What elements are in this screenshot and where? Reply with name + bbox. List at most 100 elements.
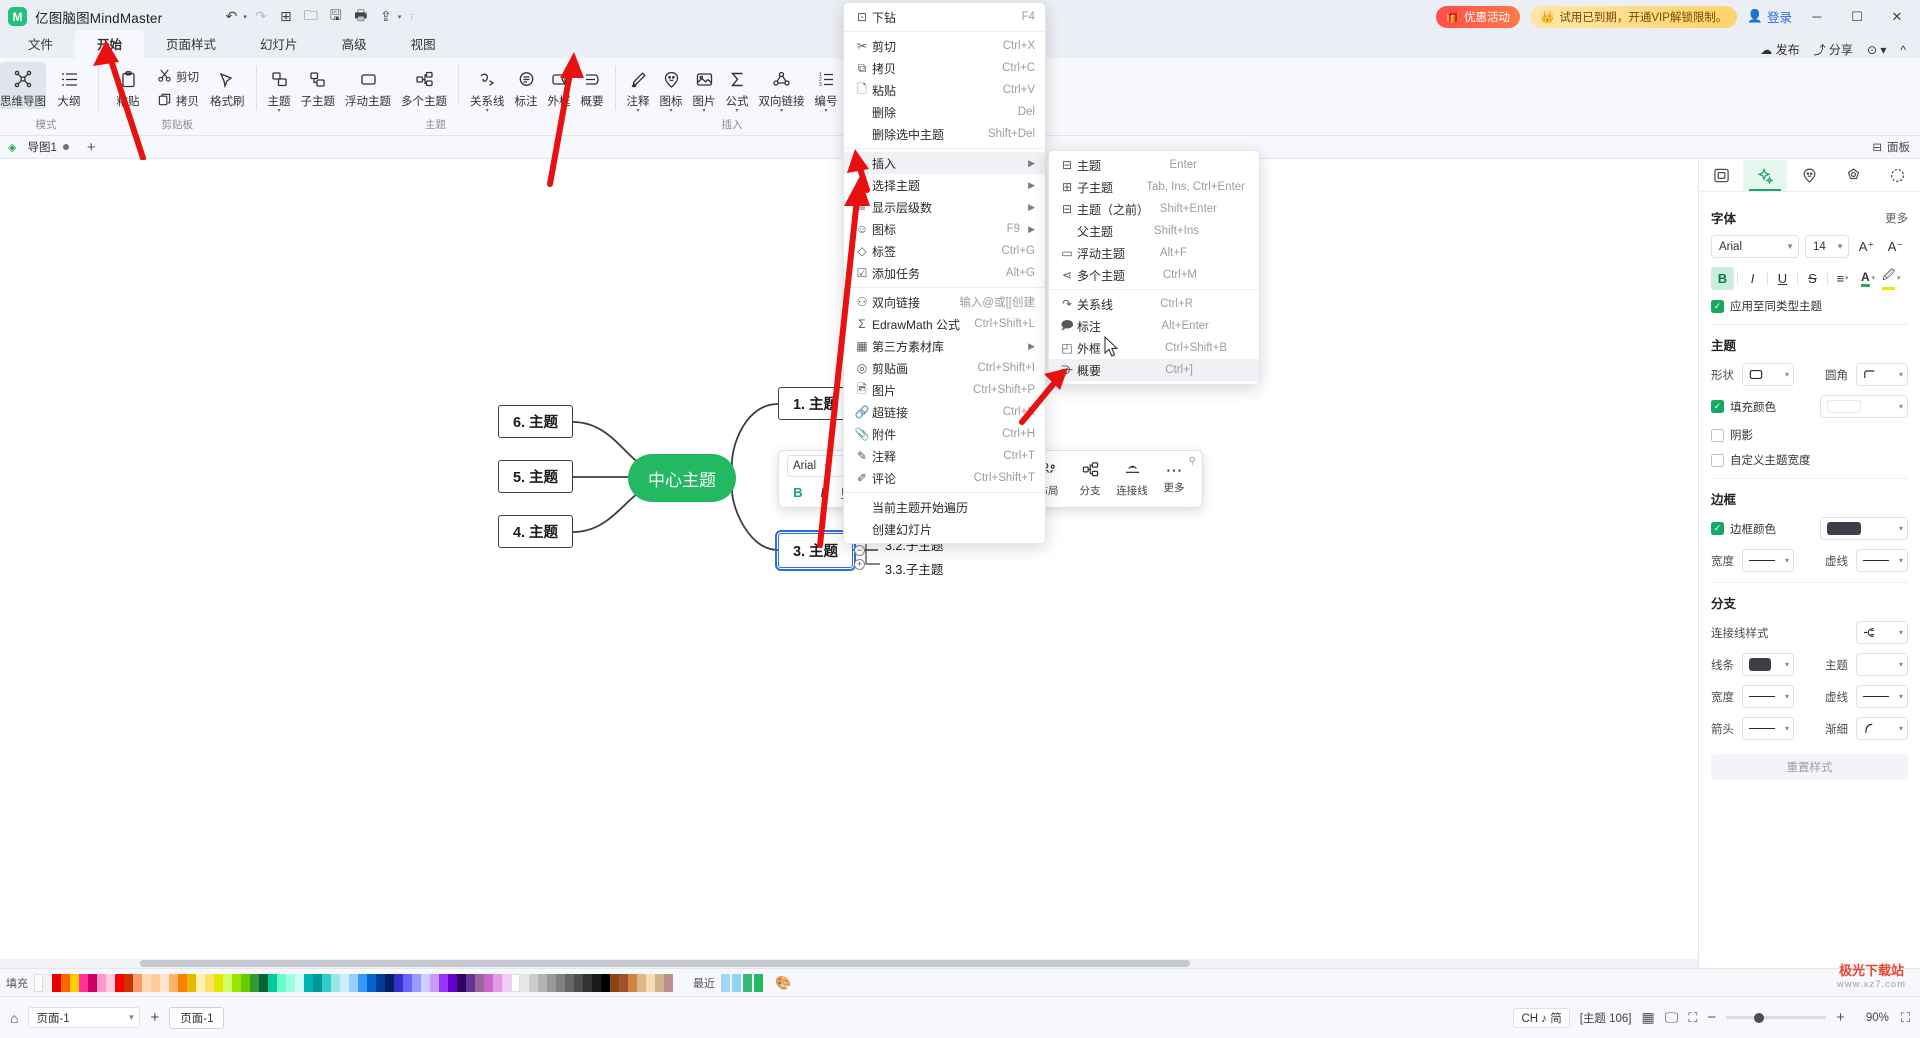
zoom-in-button[interactable]: + <box>1836 1009 1845 1026</box>
submenu-item-float-topic[interactable]: ▭ 浮动主题 Alt+F <box>1049 242 1259 264</box>
relation-caret-icon[interactable]: ▾ <box>486 108 489 114</box>
submenu-item-multi-topic[interactable]: ⋖ 多个主题 Ctrl+M <box>1049 264 1259 286</box>
insert-submenu[interactable]: ⊟ 主题 Enter ⊞ 子主题 Tab, Ins, Ctrl+Enter ⊟ 主题（之前… <box>1048 150 1260 385</box>
border-color-select[interactable]: ▾ <box>1820 517 1908 540</box>
submenu-item-topic[interactable]: ⊟ 主题 Enter <box>1049 154 1259 176</box>
ribbon-boundary-button[interactable]: 外框 <box>543 62 576 109</box>
tab-slideshow[interactable]: 幻灯片 <box>238 30 320 58</box>
ribbon-mindmap-button[interactable]: 思维导图 <box>0 62 46 109</box>
menu-item-tag[interactable]: ◇ 标签 Ctrl+G <box>844 240 1045 262</box>
fill-color-checkbox[interactable]: ✓ 填充颜色 <box>1711 399 1776 415</box>
login-button[interactable]: 👤 登录 <box>1747 7 1792 26</box>
ribbon-format-painter-button[interactable]: 格式刷 <box>205 62 250 109</box>
ribbon-note-button[interactable]: 注释 ▾ <box>622 62 655 114</box>
ribbon-cut-button[interactable]: 剪切 <box>151 65 205 89</box>
submenu-item-parent-topic[interactable]: 父主题 Shift+Ins <box>1049 220 1259 242</box>
export-icon[interactable]: ⇪ <box>375 6 397 28</box>
doc-tab-1[interactable]: 导图1 <box>19 137 76 157</box>
maximize-button[interactable]: ☐ <box>1842 0 1872 33</box>
menu-item-copy[interactable]: ⧉ 拷贝 Ctrl+C <box>844 57 1045 79</box>
font-more-link[interactable]: 更多 <box>1885 210 1908 226</box>
view-screen-icon[interactable]: 🖵 <box>1665 1009 1679 1026</box>
tab-view[interactable]: 视图 <box>389 30 458 58</box>
bold-button[interactable]: B <box>787 481 809 503</box>
topic-node-1[interactable]: 1. 主题 <box>778 387 853 420</box>
topic-node-3-selected[interactable]: 3. 主题 <box>775 530 856 571</box>
panel-toggle-icon[interactable]: ⊟ <box>1872 140 1882 154</box>
color-palette-bar[interactable]: 填充 最近 🎨 <box>0 968 1920 996</box>
promo-badge[interactable]: 🎁 优惠活动 <box>1435 5 1521 28</box>
publish-button[interactable]: ☁ 发布 <box>1760 41 1799 58</box>
redo-icon[interactable]: ↷ <box>250 6 272 28</box>
horizontal-scrollbar[interactable] <box>0 959 1698 968</box>
branch-width-select[interactable]: ▾ <box>1742 685 1794 708</box>
menu-item-attachment[interactable]: 📎 附件 Ctrl+H <box>844 423 1045 445</box>
ribbon-sticker-button[interactable]: 图标 ▾ <box>655 62 688 114</box>
menu-item-create-slide[interactable]: 创建幻灯片 <box>844 518 1045 540</box>
more-colors-icon[interactable]: 🎨 <box>775 975 791 991</box>
font-family-select[interactable]: Arial ▾ <box>787 455 845 477</box>
shape-select[interactable]: ▾ <box>1742 363 1794 386</box>
sticker-caret-icon[interactable]: ▾ <box>669 108 672 114</box>
collapse-ribbon-icon[interactable]: ^ <box>1900 43 1906 57</box>
menu-item-edrawmath[interactable]: Σ EdrawMath 公式 Ctrl+Shift+L <box>844 313 1045 335</box>
line-color-select[interactable]: ▾ <box>1742 653 1794 676</box>
help-button[interactable]: ⊙ ▾ <box>1867 43 1886 57</box>
topic-node-6[interactable]: 6. 主题 <box>498 405 573 438</box>
submenu-item-relation-line[interactable]: ↷ 关系线 Ctrl+R <box>1049 293 1259 315</box>
ribbon-paste-button[interactable]: 粘贴 ▾ <box>105 62 151 114</box>
menu-item-start-traverse[interactable]: 当前主题开始遍历 <box>844 496 1045 518</box>
print-icon[interactable]: 🖶 <box>350 6 372 28</box>
ribbon-copy-button[interactable]: 拷贝 <box>151 89 205 113</box>
connector-action[interactable]: 连接线 <box>1112 461 1152 498</box>
ime-indicator[interactable]: CH ♪ 简 <box>1513 1007 1570 1028</box>
submenu-item-callout[interactable]: 🗩 标注 Alt+Enter <box>1049 315 1259 337</box>
fit-page-icon[interactable]: ⛶ <box>1901 1010 1910 1026</box>
menu-item-delete-selected[interactable]: 删除选中主题 Shift+Del <box>844 123 1045 145</box>
ribbon-outline-button[interactable]: 大纲 <box>46 62 92 109</box>
bidi-caret-icon[interactable]: ▾ <box>780 108 783 114</box>
ribbon-summary-button[interactable]: 概要 <box>576 62 609 109</box>
new-icon[interactable]: ⊞ <box>275 6 297 28</box>
note-caret-icon[interactable]: ▾ <box>636 108 639 114</box>
vip-banner[interactable]: 👑 试用已到期，开通VIP解锁限制。 <box>1530 5 1738 28</box>
zoom-slider[interactable] <box>1726 1012 1827 1023</box>
custom-width-checkbox[interactable]: 自定义主题宽度 <box>1711 452 1908 468</box>
font-size-select[interactable]: 14 ▼ <box>1805 235 1849 258</box>
menu-item-image[interactable]: 🖻 图片 Ctrl+Shift+P <box>844 379 1045 401</box>
expand-toggle-plus[interactable]: + <box>854 559 865 570</box>
panel-toggle-label[interactable]: 面板 <box>1887 139 1910 155</box>
menu-item-note[interactable]: ✎ 注释 Ctrl+T <box>844 445 1045 467</box>
right-style-panel[interactable]: 字体 更多 Arial ▼ 14 ▼ A⁺ A⁻ B I U S ≡ ▾ A ▾ 🖉 ▾ … <box>1698 160 1920 968</box>
reset-style-button[interactable]: 重置样式 <box>1711 754 1908 780</box>
border-width-select[interactable]: ▾ <box>1742 549 1794 572</box>
collapse-toggle-minus[interactable]: − <box>854 545 865 556</box>
menu-item-comment[interactable]: ✐ 评论 Ctrl+Shift+T <box>844 467 1045 489</box>
menu-item-bidirectional-link[interactable]: ⚇ 双向链接 输入@或[[创建 <box>844 291 1045 313</box>
undo-caret-icon[interactable]: ▾ <box>243 13 247 21</box>
share-button[interactable]: ⤴ 分享 <box>1814 41 1853 58</box>
tab-style[interactable] <box>1743 160 1788 191</box>
page-select[interactable]: 页面-1 ▼ <box>28 1007 141 1028</box>
branch-dash-select[interactable]: ▾ <box>1856 685 1908 708</box>
tab-file[interactable]: 文件 <box>6 30 75 58</box>
menu-item-sticker[interactable]: ☺ 图标 F9 ▶ <box>844 218 1045 240</box>
ribbon-numbering-button[interactable]: 123 编号 ▾ <box>810 62 843 115</box>
formula-caret-icon[interactable]: ▾ <box>735 108 738 114</box>
taper-select[interactable]: ▾ <box>1856 717 1908 740</box>
tab-history[interactable] <box>1876 160 1920 191</box>
branch-topic-select[interactable]: ▾ <box>1856 653 1908 676</box>
ribbon-multi-topic-button[interactable]: 多个主题 <box>396 62 452 109</box>
menu-item-third-party-library[interactable]: ▦ 第三方素材库 ▶ <box>844 335 1045 357</box>
more-action[interactable]: ⋯ 更多 <box>1154 462 1194 495</box>
italic-button[interactable]: I <box>1741 267 1764 290</box>
corner-radius-select[interactable]: ▾ <box>1856 363 1908 386</box>
qat-overflow-icon[interactable]: ⋮ <box>408 13 415 21</box>
image-caret-icon[interactable]: ▾ <box>702 108 705 114</box>
increase-font-size-button[interactable]: A⁺ <box>1855 235 1878 258</box>
topic-node-4[interactable]: 4. 主题 <box>498 515 573 548</box>
tab-settings[interactable] <box>1832 160 1876 191</box>
ribbon-callout-button[interactable]: 标注 <box>510 62 543 109</box>
pin-icon[interactable]: ⚲ <box>1189 456 1196 467</box>
tab-page-style[interactable]: 页面样式 <box>144 30 238 58</box>
